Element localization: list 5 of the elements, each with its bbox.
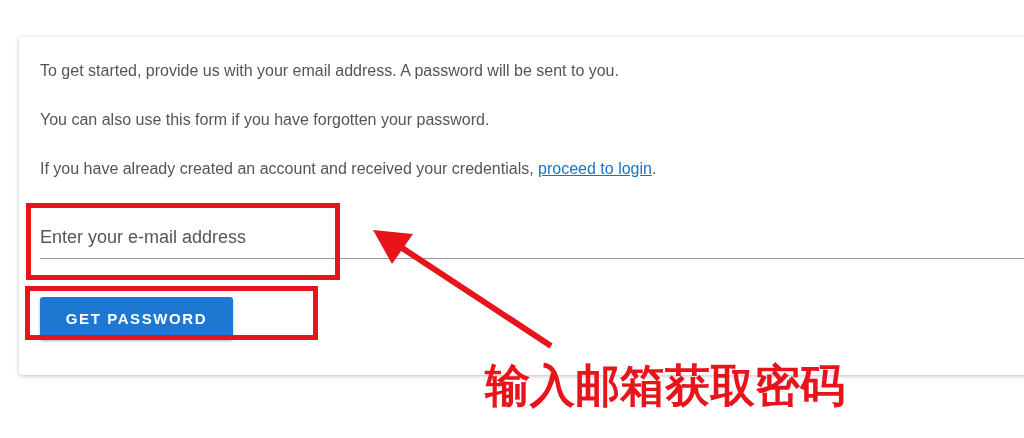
instruction-text: You can also use this form if you have forgotten your password.: [40, 111, 491, 129]
instruction-text: To get started, provide us with your email address. A password will be sent to you.: [40, 62, 620, 80]
login-link[interactable]: proceed to login: [538, 160, 652, 177]
instruction-text: If you have already created an account and received your credentials, proceed to login.: [40, 160, 658, 178]
annotation-label: 输入邮箱获取密码: [485, 358, 845, 414]
